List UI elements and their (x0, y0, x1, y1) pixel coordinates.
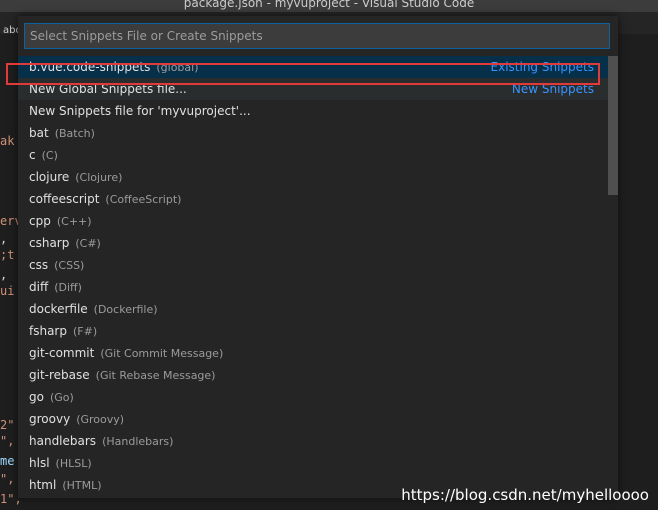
editor-code-fragment: ui (0, 284, 15, 298)
quick-pick-item[interactable]: c (C) (18, 144, 608, 166)
item-label: fsharp (F#) (29, 320, 97, 343)
editor-code-fragment: ak (0, 134, 15, 148)
item-description: (CoffeeScript) (105, 193, 182, 206)
quick-pick-item[interactable]: css (CSS) (18, 254, 608, 276)
quick-pick-input-box (24, 23, 610, 49)
item-name: New Snippets file for 'myvuproject'... (29, 104, 251, 118)
editor-code-fragment: ", (0, 472, 15, 486)
item-description: (Go) (49, 391, 74, 404)
item-name: c (29, 148, 36, 162)
item-label: groovy (Groovy) (29, 408, 124, 431)
quick-pick-item[interactable]: git-rebase (Git Rebase Message) (18, 364, 608, 386)
quick-pick-list: b.vue.code-snippets (global) Existing Snip… (18, 56, 608, 496)
list-scrollbar[interactable] (608, 56, 618, 496)
item-description: (Git Commit Message) (100, 347, 224, 360)
item-label: diff (Diff) (29, 276, 82, 299)
item-description: (C) (41, 149, 58, 162)
item-label: dockerfile (Dockerfile) (29, 298, 158, 321)
item-name: handlebars (29, 434, 97, 448)
item-name: clojure (29, 170, 70, 184)
item-description: (Groovy) (76, 413, 125, 426)
editor-code-fragment: 2" (0, 418, 15, 432)
quick-pick-item[interactable]: handlebars (Handlebars) (18, 430, 608, 452)
quick-pick-item[interactable]: hlsl (HLSL) (18, 452, 608, 474)
item-name: coffeescript (29, 192, 100, 206)
item-description: (Dockerfile) (93, 303, 158, 316)
item-description: (Handlebars) (102, 435, 174, 448)
item-description: (Clojure) (75, 171, 123, 184)
editor-visible-edge: ak erv, ;t, ui 2" ", me ", 1", (0, 34, 22, 510)
item-label: html (HTML) (29, 474, 102, 496)
item-name: diff (29, 280, 49, 294)
quick-pick-item[interactable]: diff (Diff) (18, 276, 608, 298)
item-description: (Diff) (54, 281, 82, 294)
quick-pick-item[interactable]: go (Go) (18, 386, 608, 408)
item-description: (Batch) (54, 127, 95, 140)
editor-code-fragment: ;t (0, 248, 15, 262)
item-name: go (29, 390, 44, 404)
snippets-quick-pick: b.vue.code-snippets(global)Existing Snip… (18, 16, 618, 498)
item-label: csharp (C#) (29, 232, 101, 255)
quick-pick-item[interactable]: New Snippets file for 'myvuproject'... (18, 100, 608, 122)
item-label: cpp (C++) (29, 210, 92, 233)
item-description: (HTML) (62, 479, 102, 492)
item-label: go (Go) (29, 386, 74, 409)
item-description: (Git Rebase Message) (95, 369, 216, 382)
item-name: bat (29, 126, 49, 140)
item-label: c (C) (29, 144, 58, 167)
item-label: New Snippets file for 'myvuproject'... (29, 100, 251, 122)
editor-code-fragment: ", (0, 434, 15, 448)
quick-pick-item[interactable]: clojure (Clojure) (18, 166, 608, 188)
item-name: css (29, 258, 49, 272)
item-label: git-commit (Git Commit Message) (29, 342, 223, 365)
item-description: (C#) (75, 237, 101, 250)
item-name: csharp (29, 236, 70, 250)
item-name: hlsl (29, 456, 50, 470)
item-name: groovy (29, 412, 71, 426)
item-label: css (CSS) (29, 254, 84, 277)
item-name: git-rebase (29, 368, 90, 382)
item-label: handlebars (Handlebars) (29, 430, 173, 453)
item-label: coffeescript (CoffeeScript) (29, 188, 181, 211)
quick-pick-item[interactable]: groovy (Groovy) (18, 408, 608, 430)
quick-pick-item[interactable]: bat (Batch) (18, 122, 608, 144)
item-name: html (29, 478, 57, 492)
quick-pick-item[interactable]: fsharp (F#) (18, 320, 608, 342)
item-label: git-rebase (Git Rebase Message) (29, 364, 215, 387)
quick-pick-item[interactable]: coffeescript (CoffeeScript) (18, 188, 608, 210)
editor-code-fragment: , (0, 232, 8, 246)
scrollbar-thumb[interactable] (608, 56, 618, 195)
quick-pick-input[interactable] (25, 24, 609, 48)
item-description: (F#) (73, 325, 98, 338)
item-name: git-commit (29, 346, 95, 360)
red-highlight-annotation (6, 63, 600, 85)
item-label: bat (Batch) (29, 122, 95, 145)
editor-code-fragment: me (0, 454, 15, 468)
item-name: dockerfile (29, 302, 88, 316)
item-name: fsharp (29, 324, 67, 338)
item-label: hlsl (HLSL) (29, 452, 92, 475)
watermark-url: https://blog.csdn.net/myhelloooo (401, 486, 649, 504)
window-title: package.json - myvuproject - Visual Stud… (183, 0, 475, 10)
title-bar: package.json - myvuproject - Visual Stud… (0, 0, 658, 12)
item-description: (CSS) (54, 259, 85, 272)
item-label: clojure (Clojure) (29, 166, 122, 189)
quick-pick-item[interactable]: cpp (C++) (18, 210, 608, 232)
item-description: (C++) (56, 215, 92, 228)
item-name: cpp (29, 214, 51, 228)
quick-pick-item[interactable]: git-commit (Git Commit Message) (18, 342, 608, 364)
quick-pick-item[interactable]: dockerfile (Dockerfile) (18, 298, 608, 320)
editor-code-fragment: , (0, 268, 8, 282)
item-description: (HLSL) (55, 457, 92, 470)
quick-pick-item[interactable]: csharp (C#) (18, 232, 608, 254)
